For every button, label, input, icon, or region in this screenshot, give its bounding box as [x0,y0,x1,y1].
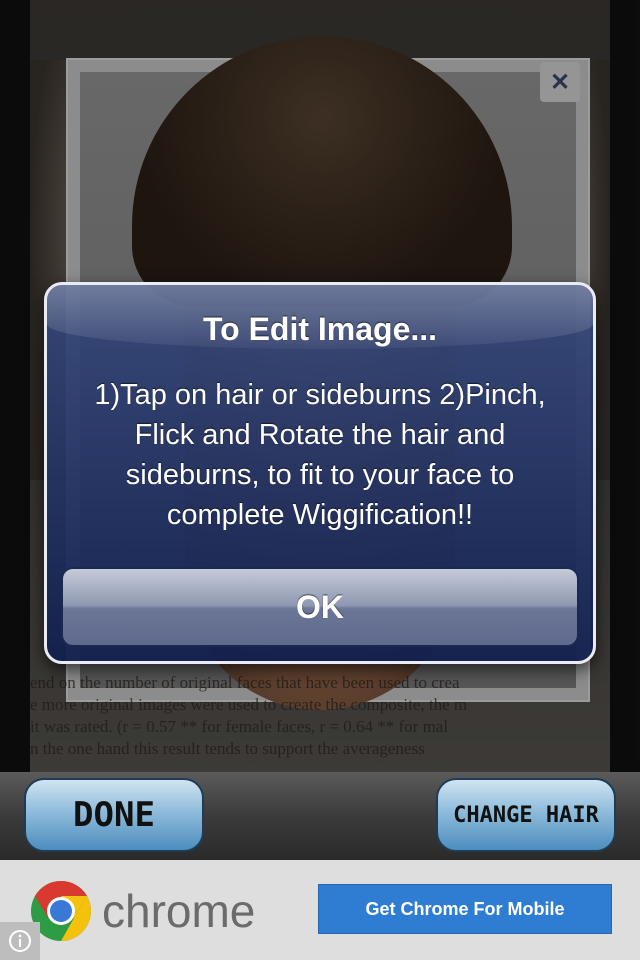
alert-message-line: 1)Tap on hair or sideburns 2)Pinch, [94,379,546,411]
alert-message-line: Flick and Rotate the hair and [134,419,506,451]
info-icon [9,930,31,952]
ad-banner[interactable]: chrome Get Chrome For Mobile [0,860,640,960]
alert-message-line: sideburns, to fit to your face to [125,459,515,491]
ad-info-button[interactable] [0,922,40,960]
get-chrome-button[interactable]: Get Chrome For Mobile [318,884,612,934]
chrome-wordmark: chrome [102,885,256,937]
alert-title: To Edit Image... [202,311,438,347]
done-button[interactable]: DONE [24,778,204,852]
alert-message: 1)Tap on hair or sideburns 2)Pinch, Flic… [65,375,575,535]
change-hair-button[interactable]: CHANGE HAIR [436,778,616,852]
bottom-toolbar: DONE CHANGE HAIR [0,772,640,860]
edit-image-alert: To Edit Image... 1)Tap on hair or sidebu… [44,282,596,664]
alert-message-line: complete Wiggification!! [166,499,474,531]
ok-button[interactable]: OK [61,567,579,647]
